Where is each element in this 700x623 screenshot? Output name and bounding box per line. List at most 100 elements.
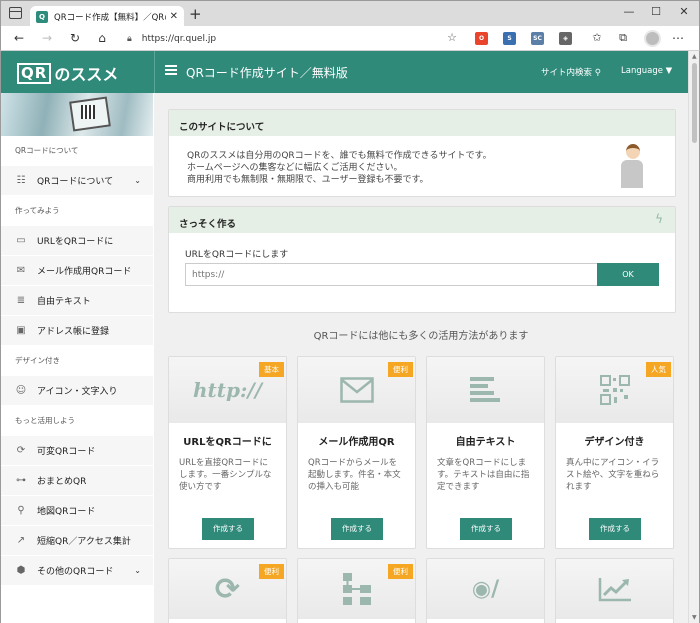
sidebar-item-label: おまとめQR xyxy=(37,477,87,487)
sidebar-item-map-qr[interactable]: ⚲ 地図QRコード xyxy=(1,496,153,526)
smile-icon: ☺ xyxy=(15,385,27,396)
caret-down-icon: ▼ xyxy=(665,66,673,76)
quick-create-card: さっそく作る ϟ URLをQRコードにします OK xyxy=(168,206,676,313)
lightning-icon: ϟ xyxy=(655,212,663,226)
scroll-up-arrow-icon[interactable]: ▲ xyxy=(692,53,697,60)
back-button[interactable]: ← xyxy=(11,31,27,45)
feature-card-text[interactable]: 自由テキスト 文章をQRコードにします。テキストは自由に指定できます 作成する xyxy=(426,356,545,549)
sidebar-item-bundle-qr[interactable]: ⊶ おまとめQR xyxy=(1,466,153,496)
close-window-button[interactable]: ✕ xyxy=(673,5,695,18)
favicon-icon: Q xyxy=(36,10,48,23)
sidebar-item-mail-qr[interactable]: ✉ メール作成用QRコード xyxy=(1,256,153,286)
home-button[interactable]: ⌂ xyxy=(94,31,110,45)
sidebar-item-icon-text[interactable]: ☺ アイコン・文字入り xyxy=(1,376,153,406)
feature-card-url[interactable]: http:// 基本 URLをQRコードに URLを直接QRコードにします。一番… xyxy=(168,356,287,549)
forward-button[interactable]: → xyxy=(39,31,55,45)
list-icon: ☷ xyxy=(16,175,26,186)
sidebar-item-label: メール作成用QRコード xyxy=(37,267,132,277)
hamburger-menu-icon[interactable] xyxy=(165,65,177,77)
create-button[interactable]: 作成する xyxy=(460,518,512,540)
text-lines-icon xyxy=(469,377,500,402)
tab-close-icon[interactable]: ✕ xyxy=(170,11,178,22)
quick-heading: さっそく作る xyxy=(169,207,675,233)
favorites-icon[interactable]: ✩ xyxy=(589,31,605,45)
site-logo[interactable]: QR のススメ xyxy=(17,61,118,85)
url-input[interactable] xyxy=(185,263,599,286)
feature-card-analytics[interactable] xyxy=(555,558,674,623)
sidebar-item-about-qr[interactable]: ☷ QRコードについて ⌄ xyxy=(1,166,153,196)
feature-description: URLを直接QRコードにします。一番シンプルな使い方です xyxy=(179,458,272,492)
flow-icon xyxy=(342,573,371,605)
mail-icon: ✉ xyxy=(16,265,26,276)
extension-icon[interactable]: S xyxy=(503,32,516,45)
language-menu[interactable]: Language ▼ xyxy=(621,66,672,76)
refresh-icon: ⟳ xyxy=(214,571,241,607)
site-header: QR のススメ QRコード作成サイト／無料版 サイト内検索 ⚲ Language… xyxy=(0,51,688,93)
feature-description: 文章をQRコードにします。テキストは自由に指定できます xyxy=(437,458,530,492)
feature-card-bundle[interactable]: 便利 xyxy=(297,558,416,623)
lock-icon: 🔒︎ xyxy=(127,33,132,44)
create-button[interactable]: 作成する xyxy=(589,518,641,540)
sidebar-item-label: 自由テキスト xyxy=(37,297,91,307)
browser-tab[interactable]: Q QRコード作成【無料】／QRのススメ ✕ xyxy=(30,6,184,27)
feature-image xyxy=(427,357,544,423)
chevron-down-icon: ⌄ xyxy=(134,176,141,185)
about-line: ホームページへの集客などに幅広くご活用ください。 xyxy=(187,163,403,173)
search-icon: ⚲ xyxy=(594,68,601,78)
refresh-icon: ⟳ xyxy=(16,445,26,456)
sidebar-item-address-book[interactable]: ▣ アドレス帳に登録 xyxy=(1,316,153,346)
badge-useful: 便利 xyxy=(388,362,413,377)
more-uses-heading: QRコードには他にも多くの活用方法があります xyxy=(313,331,529,342)
feature-card-design[interactable]: 人気 デザイン付き 真ん中にアイコン・イラスト絵や、文字を重ねられます 作成する xyxy=(555,356,674,549)
sidebar-item-label: アイコン・文字入り xyxy=(37,387,118,397)
url-text: https://qr.quel.jp xyxy=(141,33,217,44)
maximize-button[interactable]: ☐ xyxy=(645,5,667,18)
page-scrollbar[interactable]: ▲ ▼ xyxy=(688,51,700,623)
profile-avatar[interactable] xyxy=(644,30,661,47)
tab-title: QRコード作成【無料】／QRのススメ xyxy=(54,12,166,23)
sidebar-item-label: アドレス帳に登録 xyxy=(37,327,110,337)
window-menu-icon[interactable] xyxy=(9,7,22,19)
office-extension-icon[interactable]: O xyxy=(475,32,488,45)
favorite-star-icon[interactable]: ☆ xyxy=(447,31,457,44)
scroll-down-arrow-icon[interactable]: ▼ xyxy=(692,614,697,621)
sidebar-item-url-qr[interactable]: ▭ URLをQRコードに xyxy=(1,226,153,256)
create-button[interactable]: 作成する xyxy=(331,518,383,540)
minimize-button[interactable]: — xyxy=(618,5,640,18)
new-tab-button[interactable]: + xyxy=(189,5,202,23)
http-icon: http:// xyxy=(193,378,262,402)
feature-title: URLをQRコードに xyxy=(183,437,272,448)
create-button[interactable]: 作成する xyxy=(202,518,254,540)
language-label: Language xyxy=(621,66,663,76)
site-search-button[interactable]: サイト内検索 ⚲ xyxy=(541,66,601,78)
site-title[interactable]: QRコード作成サイト／無料版 xyxy=(186,64,348,81)
feature-image: http:// 基本 xyxy=(169,357,286,423)
address-bar[interactable]: 🔒︎ https://qr.quel.jp ☆ xyxy=(119,29,467,48)
android-apple-icon: ◉/ xyxy=(471,576,500,602)
ok-button[interactable]: OK xyxy=(597,263,659,286)
more-menu-icon[interactable]: ⋯ xyxy=(672,31,684,45)
sidebar-item-dynamic-qr[interactable]: ⟳ 可変QRコード xyxy=(1,436,153,466)
guide-person-illustration xyxy=(617,142,647,190)
chevron-down-icon: ⌄ xyxy=(134,566,141,575)
feature-card-dynamic[interactable]: ⟳ 便利 xyxy=(168,558,287,623)
logo-qr-mark: QR xyxy=(17,62,52,84)
feature-image: ◉/ xyxy=(427,559,544,619)
sidebar-item-free-text[interactable]: ≣ 自由テキスト xyxy=(1,286,153,316)
feature-description: 真ん中にアイコン・イラスト絵や、文字を重ねられます xyxy=(566,458,660,492)
browser-tab-strip: Q QRコード作成【無料】／QRのススメ ✕ + — ☐ ✕ xyxy=(0,0,700,27)
feature-card-mail[interactable]: 便利 メール作成用QR QRコードからメールを起動します。件名・本文の挿入も可能… xyxy=(297,356,416,549)
sidebar-item-other-qr[interactable]: ⬢ その他のQRコード ⌄ xyxy=(1,556,153,586)
scroll-thumb[interactable] xyxy=(692,63,697,143)
reload-button[interactable]: ↻ xyxy=(67,31,83,45)
feature-image: 便利 xyxy=(298,357,415,423)
sch-extension-icon[interactable]: SC xyxy=(531,32,544,45)
sidebar-section-heading: デザイン付き xyxy=(15,356,60,365)
feature-title: デザイン付き xyxy=(584,437,645,448)
about-line: 商用利用でも無制限・無期限で、ユーザー登録も不要です。 xyxy=(187,175,429,185)
extension-puzzle-icon[interactable]: ◈ xyxy=(559,32,572,45)
qr-code-icon xyxy=(599,375,630,405)
sidebar-item-short-url[interactable]: ↗ 短縮QR／アクセス集計 xyxy=(1,526,153,556)
feature-card-app[interactable]: ◉/ xyxy=(426,558,545,623)
collections-icon[interactable]: ⧉ xyxy=(615,31,631,45)
